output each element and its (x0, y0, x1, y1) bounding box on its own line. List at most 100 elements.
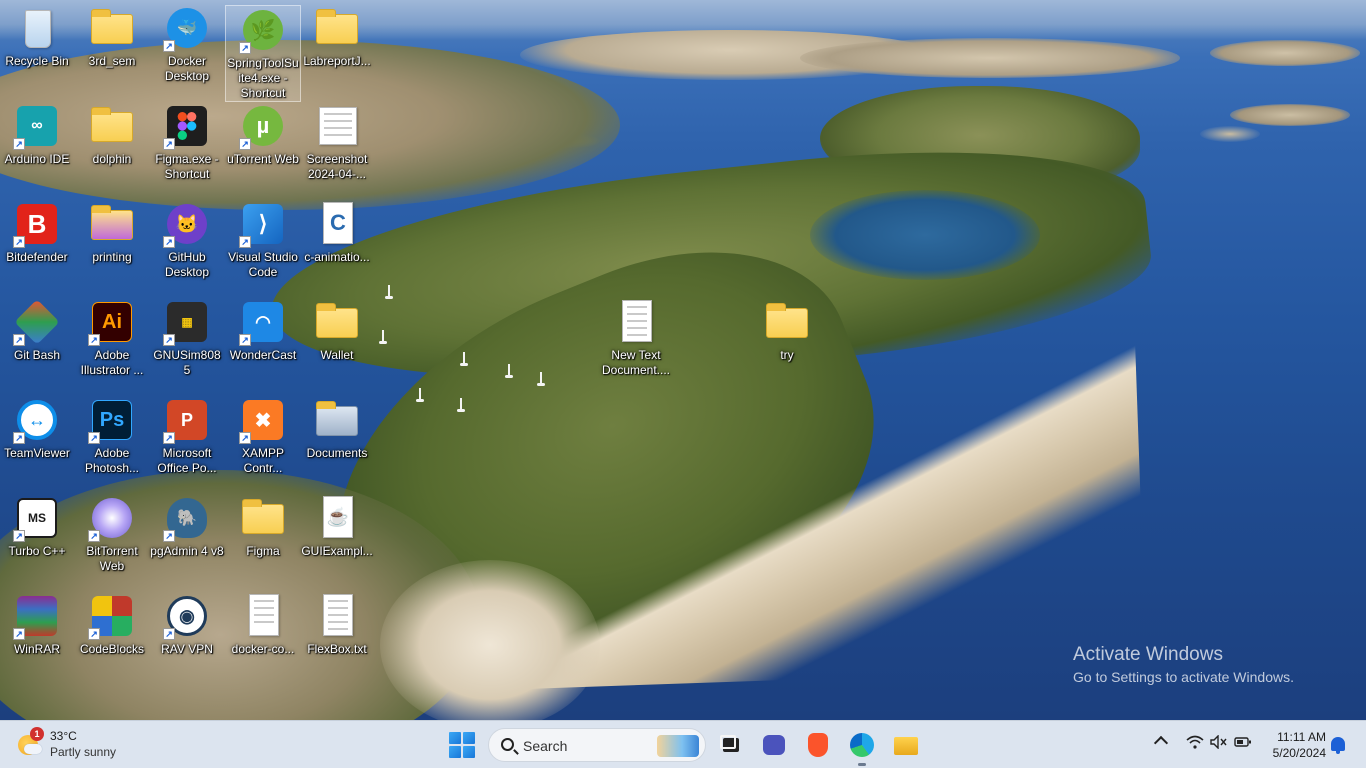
desktop-icon-wondercast[interactable]: ◠ ↗ WonderCast (226, 298, 300, 363)
icon-label: Arduino IDE (4, 152, 70, 166)
desktop-icon-bittorrent[interactable]: ↗ BitTorrent Web (75, 494, 149, 574)
shortcut-arrow-icon: ↗ (13, 530, 25, 542)
desktop-icon-recycle-bin[interactable]: Recycle Bin (0, 4, 74, 69)
activation-watermark: Activate Windows Go to Settings to activ… (1073, 643, 1294, 687)
desktop-icon-documents[interactable]: Documents (300, 396, 374, 461)
icon-label: Git Bash (13, 348, 61, 362)
notification-bell-icon[interactable] (1331, 737, 1345, 754)
desktop-icon-git-bash[interactable]: ↗ Git Bash (0, 298, 74, 363)
icon-label: Adobe Photosh... (84, 446, 140, 475)
icon-label: CodeBlocks (79, 642, 145, 656)
watermark-subtitle: Go to Settings to activate Windows. (1073, 669, 1294, 685)
desktop-icon-illustrator[interactable]: Ai ↗ Adobe Illustrator ... (75, 298, 149, 378)
desktop-icon-try[interactable]: try (750, 298, 824, 363)
desktop-icon-docker-compose[interactable]: docker-co... (226, 592, 300, 657)
battery-icon[interactable] (1234, 735, 1252, 752)
desktop-icon-screenshot[interactable]: Screenshot 2024-04-... (300, 102, 374, 182)
icon-label: GitHub Desktop (164, 250, 210, 279)
shortcut-arrow-icon: ↗ (88, 628, 100, 640)
icon-label: Turbo C++ (8, 544, 66, 558)
icon-label: Documents (306, 446, 368, 460)
desktop-icon-pgadmin[interactable]: 🐘 ↗ pgAdmin 4 v8 (150, 494, 224, 559)
icon-label: Docker Desktop (164, 54, 210, 83)
c-file-icon: C (323, 202, 353, 244)
icon-label: 3rd_sem (88, 54, 136, 68)
desktop-icon-rav-vpn[interactable]: ◉ ↗ RAV VPN (150, 592, 224, 657)
icon-label: SpringToolSuite4.exe - Shortcut (227, 56, 299, 100)
brave-icon (808, 733, 828, 757)
desktop-icon-teamviewer[interactable]: ↔ ↗ TeamViewer (0, 396, 74, 461)
icon-label: GUIExampl... (301, 544, 373, 558)
speaker-muted-icon[interactable] (1210, 734, 1228, 752)
desktop-icon-github[interactable]: 🐱 ↗ GitHub Desktop (150, 200, 224, 280)
file-explorer-button[interactable] (890, 729, 922, 761)
wallpaper-boat (460, 352, 468, 366)
icon-label: FlexBox.txt (307, 642, 367, 656)
shortcut-arrow-icon: ↗ (163, 138, 175, 150)
wallpaper-island (1210, 40, 1360, 66)
shortcut-arrow-icon: ↗ (13, 432, 25, 444)
vscode-file-icon (249, 594, 279, 636)
wallpaper-rock (380, 560, 600, 720)
desktop-icon-spring-tool-suite[interactable]: 🌿 ↗ SpringToolSuite4.exe - Shortcut (225, 5, 301, 102)
shortcut-arrow-icon: ↗ (163, 628, 175, 640)
desktop-icon-powerpoint[interactable]: P ↗ Microsoft Office Po... (150, 396, 224, 476)
desktop-icon-figma-exe[interactable]: ↗ Figma.exe - Shortcut (150, 102, 224, 182)
taskbar-clock[interactable]: 11:11 AM 5/20/2024 (1262, 729, 1326, 761)
active-app-indicator (858, 763, 866, 766)
desktop-icon-arduino[interactable]: ∞ ↗ Arduino IDE (0, 102, 74, 167)
start-button[interactable] (448, 731, 476, 759)
desktop-icon-utorrent[interactable]: µ ↗ uTorrent Web (226, 102, 300, 167)
shortcut-arrow-icon: ↗ (13, 236, 25, 248)
icon-label: docker-co... (231, 642, 295, 656)
desktop-icon-docker[interactable]: 🐳 ↗ Docker Desktop (150, 4, 224, 84)
desktop-icon-figma-folder[interactable]: Figma (226, 494, 300, 559)
weather-widget[interactable]: 1 33°C Partly sunny (14, 727, 144, 763)
wallpaper-boat (505, 364, 513, 378)
desktop-icon-3rd-sem[interactable]: 3rd_sem (75, 4, 149, 69)
notification-badge: 1 (30, 727, 44, 741)
wallpaper-boat (379, 330, 387, 344)
wallpaper-boat (416, 388, 424, 402)
icon-label: TeamViewer (4, 446, 70, 460)
shortcut-arrow-icon: ↗ (239, 432, 251, 444)
brave-browser-button[interactable] (802, 729, 834, 761)
show-hidden-icons-chevron-icon[interactable] (1153, 735, 1169, 751)
wifi-icon[interactable] (1186, 735, 1204, 752)
desktop-icon-bitdefender[interactable]: B ↗ Bitdefender (0, 200, 74, 265)
icon-label: printing (92, 250, 132, 264)
weather-condition: Partly sunny (50, 745, 117, 759)
desktop-icon-labreport[interactable]: LabreportJ... (300, 4, 374, 69)
shortcut-arrow-icon: ↗ (88, 432, 100, 444)
desktop-icon-flexbox[interactable]: FlexBox.txt (300, 592, 374, 657)
desktop-icon-gnusim[interactable]: ▦ ↗ GNUSim8085 (150, 298, 224, 378)
shortcut-arrow-icon: ↗ (88, 530, 100, 542)
desktop-icon-turbo-cpp[interactable]: MS ↗ Turbo C++ (0, 494, 74, 559)
desktop-icon-codeblocks[interactable]: ↗ CodeBlocks (75, 592, 149, 657)
desktop-icon-wallet[interactable]: Wallet (300, 298, 374, 363)
teams-chat-button[interactable] (758, 729, 790, 761)
desktop-icon-xampp[interactable]: ✖ ↗ XAMPP Contr... (226, 396, 300, 476)
desktop-icon-c-animation[interactable]: C c-animatio... (300, 200, 374, 265)
desktop-icon-printing[interactable]: printing (75, 200, 149, 265)
desktop-icon-dolphin[interactable]: dolphin (75, 102, 149, 167)
task-view-button[interactable] (714, 729, 746, 761)
desktop-icon-photoshop[interactable]: Ps ↗ Adobe Photosh... (75, 396, 149, 476)
shortcut-arrow-icon: ↗ (163, 334, 175, 346)
wallpaper-boat (385, 285, 393, 299)
icon-label: Screenshot 2024-04-... (306, 152, 368, 181)
desktop: Recycle Bin ∞ ↗ Arduino IDE B ↗ Bitdefende… (0, 0, 1366, 720)
wallpaper-boat (537, 372, 545, 386)
desktop-icon-guiexample[interactable]: ☕ GUIExampl... (300, 494, 374, 559)
icon-label: Adobe Illustrator ... (80, 348, 144, 377)
desktop-icon-vscode[interactable]: ⟩ ↗ Visual Studio Code (226, 200, 300, 280)
java-file-icon: ☕ (323, 496, 353, 538)
edge-browser-button[interactable] (846, 729, 878, 761)
desktop-icon-winrar[interactable]: ↗ WinRAR (0, 592, 74, 657)
folder-icon (91, 9, 133, 44)
icon-label: Bitdefender (6, 250, 68, 264)
search-box[interactable]: Search (488, 728, 706, 762)
desktop-icon-new-text-document[interactable]: New Text Document.... (599, 298, 673, 378)
shortcut-arrow-icon: ↗ (239, 334, 251, 346)
chat-icon (763, 735, 785, 755)
